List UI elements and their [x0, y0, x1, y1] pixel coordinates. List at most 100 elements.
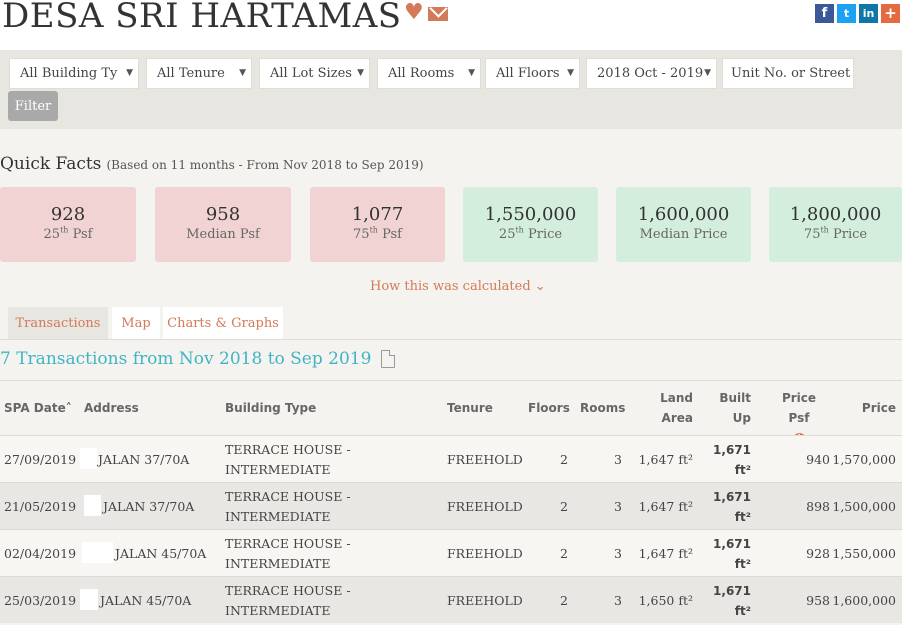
- quick-facts-title: Quick Facts: [0, 154, 102, 174]
- cell-rooms: 3: [614, 593, 622, 608]
- cell-date: 27/09/2019: [4, 452, 77, 467]
- fact-label: 75th Price: [803, 225, 868, 242]
- cell-price: 1,500,000: [832, 499, 896, 514]
- rooms-value: All Rooms: [388, 66, 455, 81]
- cell-rooms: 3: [614, 546, 622, 561]
- chevron-down-icon: ▼: [468, 68, 475, 78]
- redacted-unit: [82, 542, 113, 563]
- lot-sizes-value: All Lot Sizes: [270, 66, 352, 81]
- redacted-unit: [84, 495, 101, 516]
- cell-building-type: TERRACE HOUSE - INTERMEDIATE: [225, 536, 351, 571]
- cell-tenure: FREEHOLD: [447, 452, 523, 467]
- cell-floors: 2: [560, 593, 568, 608]
- title-actions: ♥: [404, 2, 448, 24]
- col-price-psf-label: Price Psf: [781, 391, 817, 425]
- cell-floors: 2: [560, 499, 568, 514]
- chevron-down-icon: ▼: [704, 68, 711, 78]
- floors-value: All Floors: [496, 66, 560, 81]
- cell-land-area: 1,650 ft²: [638, 593, 693, 608]
- cell-floors: 2: [560, 546, 568, 561]
- col-land-area-line2: Area: [661, 411, 693, 425]
- chevron-down-icon: ▼: [567, 68, 574, 78]
- fact-card-median-psf: 958 Median Psf: [155, 187, 291, 262]
- fact-value: 928: [50, 204, 86, 225]
- col-built-up-line1: Built: [719, 391, 751, 405]
- facebook-icon[interactable]: f: [815, 4, 834, 23]
- tab-charts-graphs[interactable]: Charts & Graphs: [163, 307, 283, 340]
- fact-value: 1,550,000: [484, 204, 577, 225]
- tab-transactions[interactable]: Transactions: [8, 307, 108, 340]
- tenure-select[interactable]: All Tenure ▼: [146, 58, 252, 89]
- cell-building-type: TERRACE HOUSE - INTERMEDIATE: [225, 583, 351, 618]
- transactions-heading: 7 Transactions from Nov 2018 to Sep 2019: [0, 349, 396, 369]
- twitter-icon[interactable]: t: [837, 4, 856, 23]
- col-tenure: Tenure: [447, 401, 493, 415]
- cell-land-area: 1,647 ft²: [638, 452, 693, 467]
- table-row[interactable]: 02/04/2019 JALAN 45/70A TERRACE HOUSE -I…: [0, 529, 902, 576]
- cell-price-psf: 940: [806, 452, 830, 467]
- col-price: Price: [861, 401, 896, 415]
- cell-built-up: 1,671 ft²: [713, 490, 751, 524]
- col-building-type: Building Type: [225, 401, 317, 415]
- tab-map[interactable]: Map: [112, 307, 160, 340]
- table-row[interactable]: 25/03/2019 JALAN 45/70A TERRACE HOUSE -I…: [0, 576, 902, 623]
- fact-card-75th-price: 1,800,000 75th Price: [769, 187, 902, 262]
- col-built-up-line2: Up: [732, 411, 751, 425]
- quick-facts-heading: Quick Facts (Based on 11 months - From N…: [0, 154, 424, 174]
- filter-bar: All Building Ty ▼ All Tenure ▼ All Lot S…: [0, 50, 902, 129]
- col-built-up: Built Up: [719, 388, 751, 428]
- social-share: f t in +: [815, 4, 900, 23]
- fact-card-25th-psf: 928 25th Psf: [0, 187, 136, 262]
- cell-address[interactable]: JALAN 37/70A: [103, 497, 194, 517]
- cell-date: 21/05/2019: [4, 499, 77, 514]
- table-row[interactable]: 27/09/2019 JALAN 37/70A TERRACE HOUSE -I…: [0, 435, 902, 482]
- date-range-value: 2018 Oct - 2019: [597, 66, 704, 81]
- fact-label: 25th Price: [498, 225, 563, 242]
- transactions-title: 7 Transactions from Nov 2018 to Sep 2019: [0, 349, 372, 369]
- cell-price-psf: 958: [806, 593, 830, 608]
- quick-facts-subtitle: (Based on 11 months - From Nov 2018 to S…: [106, 158, 424, 172]
- chevron-down-icon: ▼: [357, 68, 364, 78]
- cell-price: 1,550,000: [832, 546, 896, 561]
- col-spa-date[interactable]: SPA Date˄: [4, 398, 72, 418]
- cell-address[interactable]: JALAN 37/70A: [98, 450, 189, 470]
- fact-label: 25th Psf: [43, 225, 93, 242]
- lot-sizes-select[interactable]: All Lot Sizes ▼: [259, 58, 370, 89]
- cell-building-type: TERRACE HOUSE - INTERMEDIATE: [225, 442, 351, 477]
- rooms-select[interactable]: All Rooms ▼: [377, 58, 481, 89]
- mail-icon[interactable]: [427, 7, 448, 21]
- cell-built-up: 1,671 ft²: [713, 443, 751, 477]
- cell-price-psf: 928: [806, 546, 830, 561]
- cell-tenure: FREEHOLD: [447, 593, 523, 608]
- col-address: Address: [84, 401, 139, 415]
- pdf-icon[interactable]: [381, 350, 396, 368]
- floors-select[interactable]: All Floors ▼: [485, 58, 580, 89]
- table-row[interactable]: 21/05/2019 JALAN 37/70A TERRACE HOUSE -I…: [0, 482, 902, 529]
- page-title: DESA SRI HARTAMAS: [2, 0, 402, 36]
- date-range-select[interactable]: 2018 Oct - 2019 ▼: [586, 58, 717, 89]
- fact-value: 1,600,000: [637, 204, 730, 225]
- col-rooms: Rooms: [580, 401, 626, 415]
- cell-tenure: FREEHOLD: [447, 546, 523, 561]
- redacted-unit: [80, 448, 97, 469]
- chevron-down-icon: ▼: [239, 68, 246, 78]
- heart-icon[interactable]: ♥: [404, 2, 424, 24]
- fact-card-median-price: 1,600,000 Median Price: [616, 187, 751, 262]
- cell-address[interactable]: JALAN 45/70A: [115, 544, 206, 564]
- building-type-select[interactable]: All Building Ty ▼: [9, 58, 139, 89]
- cell-built-up: 1,671 ft²: [713, 584, 751, 618]
- filter-button[interactable]: Filter: [8, 91, 58, 121]
- unit-street-input[interactable]: [722, 58, 854, 89]
- fact-value: 1,800,000: [789, 204, 882, 225]
- header: DESA SRI HARTAMAS ♥ f t in +: [0, 0, 902, 50]
- cell-date: 25/03/2019: [4, 593, 77, 608]
- how-calculated-link[interactable]: How this was calculated ⌄: [370, 279, 546, 294]
- col-floors: Floors: [528, 401, 570, 415]
- cell-address[interactable]: JALAN 45/70A: [100, 591, 191, 611]
- linkedin-icon[interactable]: in: [859, 4, 878, 23]
- cell-floors: 2: [560, 452, 568, 467]
- fact-card-25th-price: 1,550,000 25th Price: [463, 187, 598, 262]
- cell-price-psf: 898: [806, 499, 830, 514]
- google-plus-icon[interactable]: +: [881, 4, 900, 23]
- table-top-border: [0, 380, 902, 381]
